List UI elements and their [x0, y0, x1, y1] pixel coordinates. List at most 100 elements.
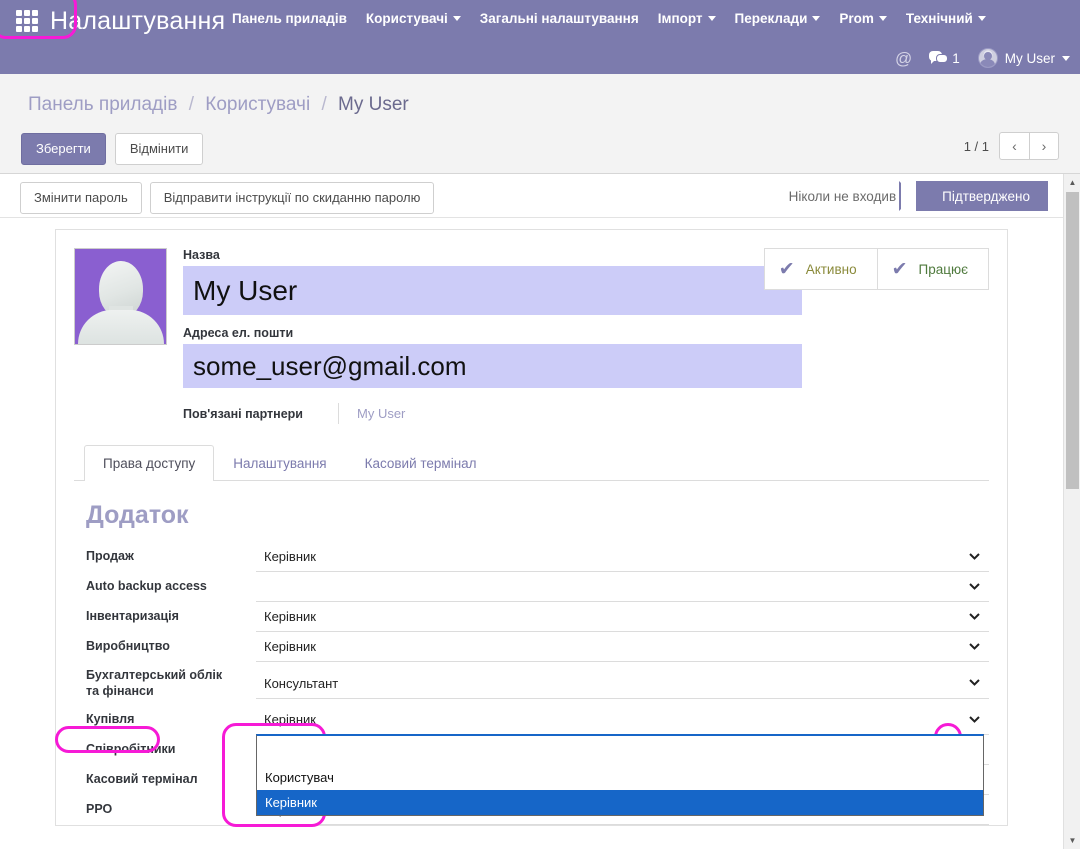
pager-buttons: ‹ › — [999, 132, 1059, 160]
menu-item-technical[interactable]: Технічний — [906, 11, 986, 26]
row-label-employees: Співробітники — [86, 742, 176, 757]
select-auto-backup-access[interactable] — [256, 572, 989, 602]
select-value: Керівник — [264, 712, 316, 728]
messages-counter[interactable]: 1 — [929, 51, 960, 66]
chevron-down-icon — [707, 16, 716, 21]
dropdown-option-manager[interactable]: Керівник — [257, 790, 983, 816]
chevron-down-icon — [1062, 55, 1070, 61]
row-label-purchase: Купівля — [86, 712, 135, 727]
scroll-down-arrow-icon[interactable]: ▼ — [1064, 832, 1080, 849]
avatar — [977, 48, 998, 68]
breadcrumb-current: My User — [338, 94, 409, 115]
row-label-sales: Продаж — [86, 549, 134, 564]
select-manufacturing[interactable]: Керівник — [256, 632, 989, 662]
change-password-button[interactable]: Змінити пароль — [20, 182, 142, 214]
select-value: Керівник — [264, 639, 316, 654]
table-row: Бухгалтерський облік та фінанси Консульт… — [74, 662, 989, 705]
breadcrumb-separator: / — [188, 94, 195, 115]
app-brand-title: Налаштування — [50, 7, 226, 35]
related-partners-value[interactable]: My User — [338, 403, 405, 424]
related-partners-row: Пов'язані партнери My User — [74, 403, 989, 424]
table-row: Auto backup access — [74, 572, 989, 602]
apps-grid-icon[interactable] — [14, 8, 40, 34]
email-field-label: Адреса ел. пошти — [183, 326, 294, 340]
menu-item-label: Технічний — [905, 11, 973, 26]
tab-access-rights[interactable]: Права доступу — [84, 445, 215, 481]
form-sheet: Назва My User Адреса ел. пошти some_user… — [55, 229, 1008, 827]
menu-item-users[interactable]: Користувачі — [366, 11, 461, 26]
row-label-inventory: Інвентаризація — [86, 609, 179, 624]
select-value: Консультант — [264, 675, 339, 691]
discard-button[interactable]: Відмінити — [114, 133, 204, 165]
navbar-systray: @ 1 My User — [895, 42, 1070, 74]
select-purchase-dropdown[interactable]: Користувач Керівник — [256, 734, 984, 817]
related-partners-label: Пов'язані партнери — [183, 406, 303, 421]
email-input[interactable]: some_user@gmail.com — [183, 344, 802, 388]
chevron-down-icon — [452, 16, 461, 21]
chevron-down-icon — [969, 679, 980, 687]
messages-count-label: 1 — [952, 50, 960, 66]
form-view-body: Змінити пароль Відправити інструкції по … — [0, 174, 1080, 849]
chevron-down-icon — [969, 642, 980, 650]
menu-item-label: Переклади — [734, 11, 808, 26]
record-actions: Зберегти Відмінити — [21, 133, 204, 165]
access-rights-table: Продаж Керівник Auto backup access Інвен… — [74, 542, 989, 826]
select-purchase[interactable]: Керівник — [256, 705, 989, 736]
breadcrumb-item-users[interactable]: Користувачі — [205, 94, 310, 115]
menu-item-label: Користувачі — [365, 11, 448, 26]
menu-item-label: Prom — [839, 11, 874, 26]
menu-item-prom[interactable]: Prom — [839, 11, 887, 26]
select-value: Керівник — [264, 549, 316, 564]
menu-item-general-settings[interactable]: Загальні налаштування — [480, 11, 639, 26]
status-stage-never-logged-in[interactable]: Ніколи не входив — [770, 181, 917, 211]
menu-item-import[interactable]: Імпорт — [658, 11, 716, 26]
mention-icon[interactable]: @ — [895, 50, 912, 67]
dropdown-option-user[interactable]: Користувач — [257, 765, 983, 790]
row-label-auto-backup-access: Auto backup access — [86, 579, 207, 594]
chevron-down-icon[interactable] — [969, 716, 980, 723]
chevron-down-icon — [977, 16, 986, 21]
chevron-down-icon — [969, 552, 980, 560]
tab-pos-terminal[interactable]: Касовий термінал — [346, 445, 496, 481]
row-label-pos-terminal: Касовий термінал — [86, 772, 198, 787]
tab-preferences[interactable]: Налаштування — [214, 445, 345, 481]
checkbox-active-label: Активно — [805, 261, 857, 277]
status-stage-confirmed[interactable]: Підтверджено — [899, 181, 1048, 211]
scroll-up-arrow-icon[interactable]: ▲ — [1064, 174, 1080, 191]
select-sales[interactable]: Керівник — [256, 542, 989, 572]
table-row: Виробництво Керівник — [74, 632, 989, 662]
menu-item-label: Панель приладів — [232, 11, 347, 26]
group-title-application: Додаток — [86, 501, 189, 529]
checkbox-working[interactable]: ✔ Працює — [876, 249, 988, 289]
save-button-wrapper: Зберегти — [21, 133, 106, 165]
notebook-tabs: Права доступу Налаштування Касовий термі… — [74, 444, 989, 481]
pager-prev-button[interactable]: ‹ — [999, 132, 1029, 160]
vertical-scrollbar[interactable]: ▲ ▼ — [1063, 174, 1080, 849]
user-avatar-image[interactable] — [74, 248, 167, 345]
navbar-menu: Панель приладів Користувачі Загальні нал… — [232, 11, 1005, 26]
status-bar: Змінити пароль Відправити інструкції по … — [0, 174, 1063, 218]
scrollbar-thumb[interactable] — [1066, 192, 1079, 489]
checkbox-active[interactable]: ✔ Активно — [765, 249, 877, 289]
select-inventory[interactable]: Керівник — [256, 602, 989, 632]
sheet-header: Назва My User Адреса ел. пошти some_user… — [74, 248, 989, 388]
row-label-manufacturing: Виробництво — [86, 639, 170, 654]
menu-item-dashboard[interactable]: Панель приладів — [232, 11, 347, 26]
name-input[interactable]: My User — [183, 266, 802, 315]
menu-item-label: Загальні налаштування — [479, 11, 639, 26]
send-password-reset-button[interactable]: Відправити інструкції по скиданню паролю — [149, 182, 435, 214]
breadcrumb-separator: / — [321, 94, 327, 115]
breadcrumb: Панель приладів / Користувачі / My User — [28, 94, 409, 116]
menu-item-translations[interactable]: Переклади — [735, 11, 821, 26]
pager-next-button[interactable]: › — [1029, 132, 1059, 160]
user-menu[interactable]: My User — [977, 48, 1070, 68]
record-pager: 1 / 1 ‹ › — [964, 132, 1059, 160]
dropdown-option-blank[interactable] — [257, 736, 983, 765]
chat-bubble-icon — [929, 51, 949, 65]
status-bar-buttons: Змінити пароль Відправити інструкції по … — [20, 182, 442, 214]
save-button[interactable]: Зберегти — [21, 133, 106, 165]
chevron-down-icon — [878, 16, 887, 21]
breadcrumb-item-dashboard[interactable]: Панель приладів — [28, 94, 177, 115]
checkbox-working-label: Працює — [918, 261, 968, 277]
select-accounting-finance[interactable]: Консультант — [256, 669, 989, 699]
